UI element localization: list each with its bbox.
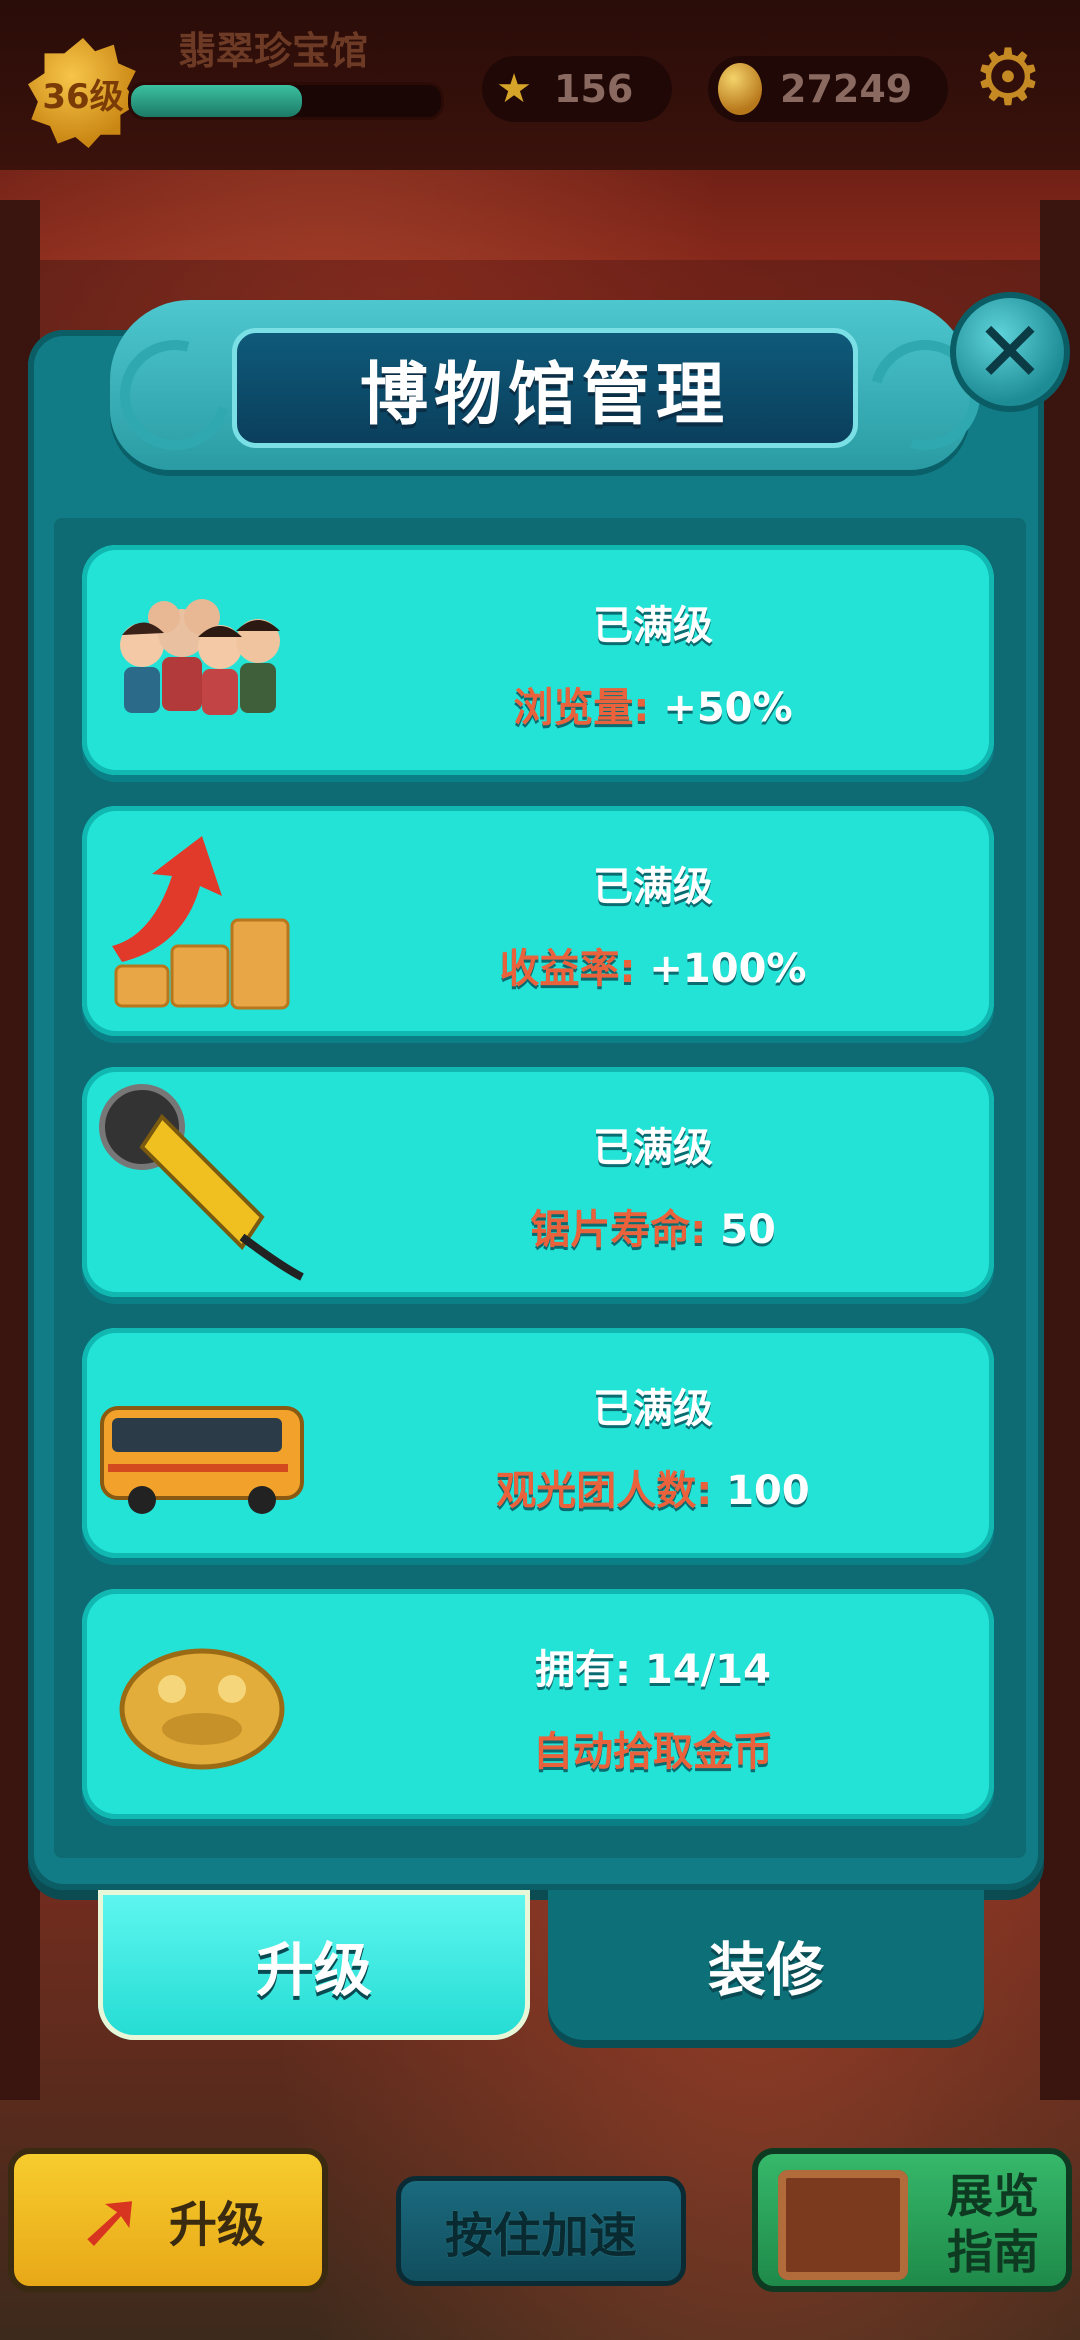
stars-counter[interactable]: ★ 156 bbox=[482, 56, 672, 122]
coin-icon bbox=[714, 63, 766, 115]
gear-icon[interactable]: ⚙ bbox=[968, 38, 1048, 118]
close-icon: ✕ bbox=[974, 303, 1046, 401]
card-status: 已满级 bbox=[593, 1125, 713, 1171]
golden-toad-icon bbox=[92, 1599, 312, 1809]
guide-line-1: 展览 bbox=[947, 2169, 1039, 2223]
star-icon: ★ bbox=[496, 66, 532, 112]
museum-name: 翡翠珍宝馆 bbox=[178, 29, 369, 73]
stat-label: 浏览量: bbox=[513, 685, 650, 731]
stat-label: 自动拾取金币 bbox=[533, 1729, 773, 1775]
tour-bus-icon bbox=[92, 1338, 312, 1548]
hold-to-speed-up-button[interactable]: 按住加速 bbox=[396, 2176, 686, 2286]
stat-value: 50 bbox=[706, 1207, 776, 1253]
exhibition-guide-button[interactable]: 展览 指南 bbox=[752, 2148, 1072, 2292]
background-right-wall bbox=[1040, 200, 1080, 2100]
coins-arrow-up-icon bbox=[92, 816, 312, 1026]
stat-value: +100% bbox=[635, 946, 807, 992]
level-text: 36级 bbox=[42, 76, 124, 117]
coins-counter[interactable]: 27249 bbox=[708, 56, 948, 122]
upgrade-card-visitors[interactable]: 已满级 浏览量: +50% bbox=[82, 545, 994, 775]
stat-label: 锯片寿命: bbox=[530, 1207, 707, 1253]
card-status: 拥有: 14/14 bbox=[535, 1647, 771, 1693]
upgrade-card-saw-blade[interactable]: 已满级 锯片寿命: 50 bbox=[82, 1067, 994, 1297]
upgrade-card-tour-group[interactable]: 已满级 观光团人数: 100 bbox=[82, 1328, 994, 1558]
card-stat: 自动拾取金币 bbox=[312, 1719, 994, 1777]
upgrade-card-revenue[interactable]: 已满级 收益率: +100% bbox=[82, 806, 994, 1036]
modal-title: 博物馆管理 bbox=[232, 328, 858, 448]
card-status: 已满级 bbox=[593, 1386, 713, 1432]
arrow-up-icon: ➚ bbox=[77, 2173, 145, 2266]
card-stat: 观光团人数: 100 bbox=[312, 1458, 994, 1516]
guide-button-label: 展览 指南 bbox=[918, 2168, 1068, 2280]
card-stat: 锯片寿命: 50 bbox=[312, 1197, 994, 1255]
upgrade-button[interactable]: ➚ 升级 bbox=[8, 2148, 328, 2292]
visitors-group-icon bbox=[92, 555, 312, 765]
stat-label: 收益率: bbox=[499, 946, 636, 992]
upgrade-card-auto-pickup[interactable]: 拥有: 14/14 自动拾取金币 bbox=[82, 1589, 994, 1819]
coins-value: 27249 bbox=[780, 67, 913, 111]
close-button[interactable]: ✕ bbox=[950, 292, 1070, 412]
guide-line-2: 指南 bbox=[947, 2225, 1039, 2279]
xp-progress-fill bbox=[131, 85, 302, 117]
card-stat: 收益率: +100% bbox=[312, 936, 994, 994]
card-status: 已满级 bbox=[593, 603, 713, 649]
tab-decorate[interactable]: 装修 bbox=[548, 1890, 984, 2040]
stars-value: 156 bbox=[554, 67, 634, 111]
top-hud: 36级 翡翠珍宝馆 ★ 156 27249 ⚙ bbox=[0, 0, 1080, 170]
card-stat: 浏览量: +50% bbox=[312, 675, 994, 733]
tab-upgrade[interactable]: 升级 bbox=[98, 1890, 530, 2040]
upgrade-button-label: 升级 bbox=[168, 2197, 265, 2253]
level-badge[interactable]: 36级 bbox=[28, 38, 138, 148]
stat-value: +50% bbox=[649, 685, 793, 731]
card-status: 已满级 bbox=[593, 864, 713, 910]
angle-grinder-icon bbox=[92, 1077, 312, 1287]
book-icon bbox=[778, 2170, 908, 2280]
stat-value: 100 bbox=[712, 1468, 810, 1514]
xp-progress-bar bbox=[128, 82, 444, 120]
stat-label: 观光团人数: bbox=[496, 1468, 713, 1514]
